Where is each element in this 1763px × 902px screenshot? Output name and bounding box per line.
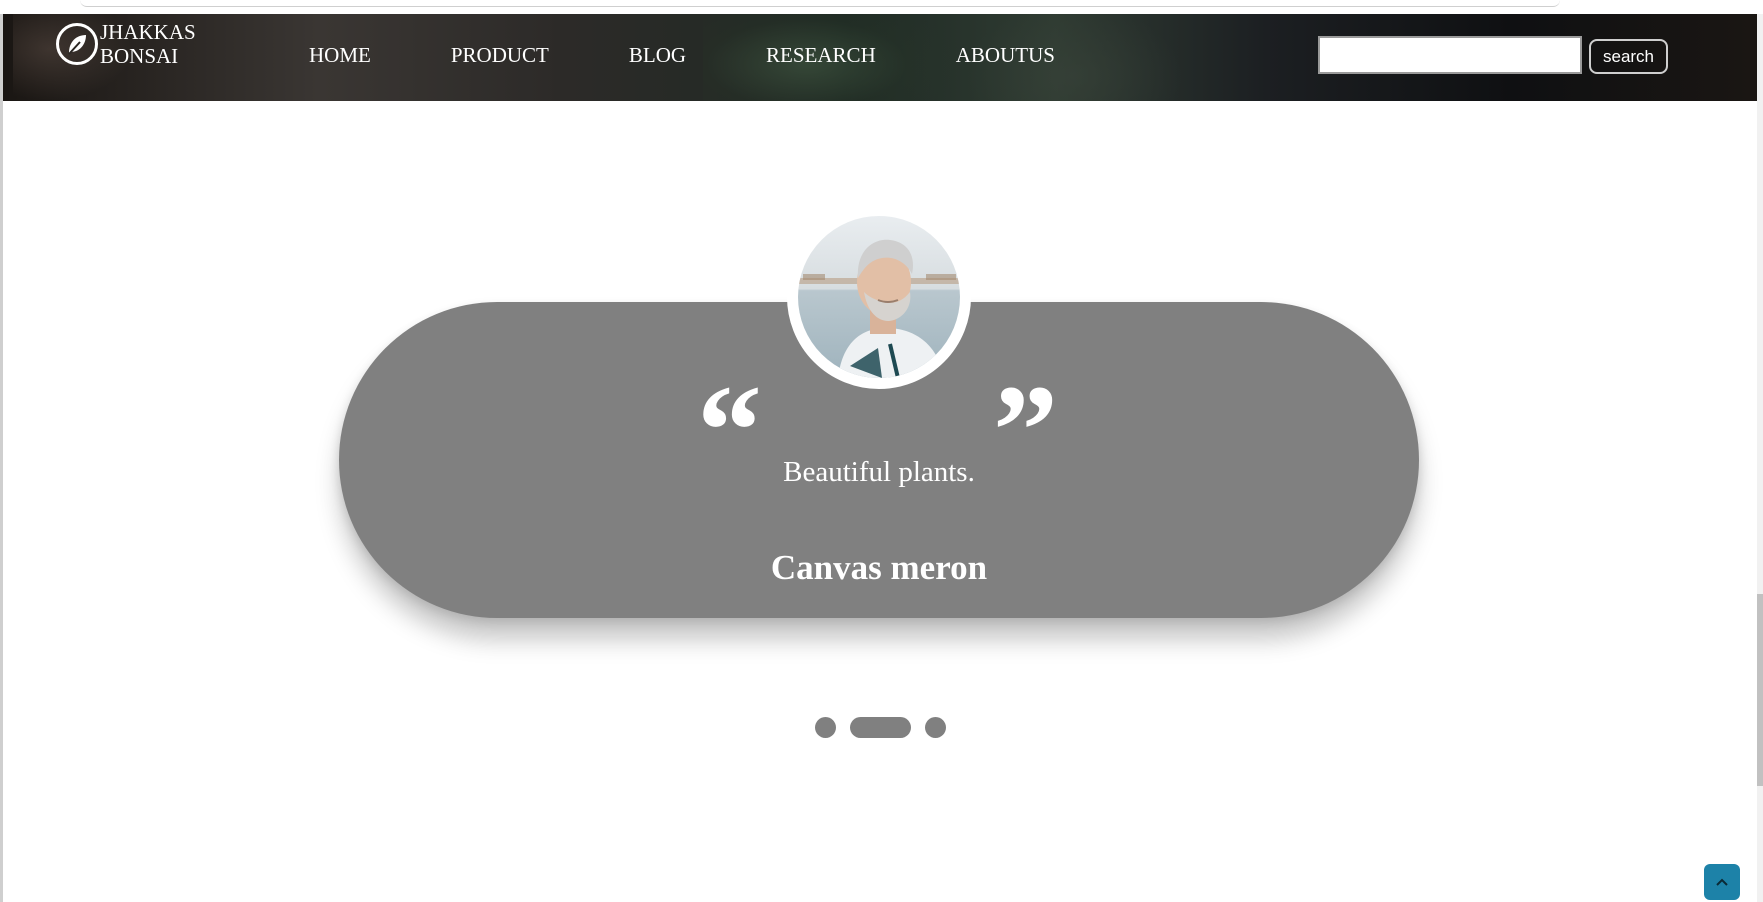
page-scrollbar[interactable] [1757, 14, 1763, 902]
nav-blog[interactable]: BLOG [629, 43, 686, 68]
search-input[interactable] [1318, 36, 1582, 74]
nav-product[interactable]: PRODUCT [451, 43, 549, 68]
main-nav: HOME PRODUCT BLOG RESEARCH ABOUTUS [309, 43, 1135, 68]
nav-research[interactable]: RESEARCH [766, 43, 876, 68]
search-button[interactable]: search [1589, 39, 1668, 74]
leaf-icon [56, 23, 98, 65]
browser-top-strip [0, 0, 1763, 15]
brand-name-line2: BONSAI [100, 44, 179, 68]
testimonial-text: Beautiful plants. [783, 456, 975, 488]
open-quote-mark: “ [697, 359, 762, 503]
brand-name: JHAKKAS BONSAI [100, 20, 196, 68]
chevron-up-icon [1716, 878, 1728, 886]
scroll-to-top-button[interactable] [1704, 864, 1740, 900]
nav-aboutus[interactable]: ABOUTUS [956, 43, 1055, 68]
brand-logo[interactable]: JHAKKAS BONSAI [56, 20, 196, 68]
close-quote-mark: ” [993, 359, 1058, 503]
brand-name-line1: JHAKKAS [100, 20, 196, 44]
carousel-dot-2-active[interactable] [850, 717, 911, 738]
testimonial-author: Canvas meron [770, 548, 988, 587]
browser-address-shape [80, 0, 1560, 7]
person-photo [798, 216, 960, 378]
nav-home[interactable]: HOME [309, 43, 371, 68]
left-border [0, 14, 3, 902]
scrollbar-thumb[interactable] [1757, 594, 1763, 786]
carousel-indicators [815, 717, 946, 738]
carousel-dot-3[interactable] [925, 717, 946, 738]
testimonial-avatar [787, 205, 971, 389]
carousel-dot-1[interactable] [815, 717, 836, 738]
